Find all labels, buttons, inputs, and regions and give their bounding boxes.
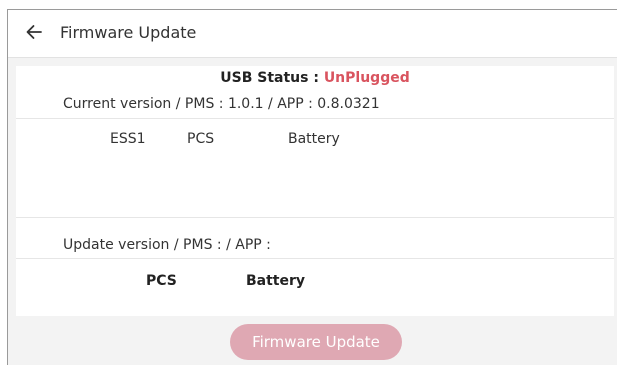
app-window: Firmware Update USB Status : UnPlugged C…	[7, 9, 617, 365]
divider	[16, 217, 614, 218]
current-version-text: Current version / PMS : 1.0.1 / APP : 0.…	[63, 96, 380, 112]
update-column-battery: Battery	[246, 273, 306, 289]
update-column-pcs: PCS	[146, 273, 177, 289]
firmware-info-panel: USB Status : UnPlugged Current version /…	[16, 66, 614, 316]
usb-status: USB Status : UnPlugged	[16, 69, 614, 87]
page-title: Firmware Update	[60, 23, 197, 42]
header-bar: Firmware Update	[8, 10, 617, 58]
current-column-ess1: ESS1	[110, 131, 146, 147]
current-column-battery: Battery	[288, 131, 340, 147]
divider	[16, 118, 614, 119]
usb-status-label: USB Status :	[220, 70, 324, 86]
usb-status-value: UnPlugged	[323, 70, 410, 86]
divider	[16, 258, 614, 259]
update-version-text: Update version / PMS : / APP :	[63, 237, 271, 253]
current-column-pcs: PCS	[187, 131, 215, 147]
firmware-update-button[interactable]: Firmware Update	[230, 324, 402, 360]
arrow-left-icon[interactable]	[25, 22, 43, 42]
